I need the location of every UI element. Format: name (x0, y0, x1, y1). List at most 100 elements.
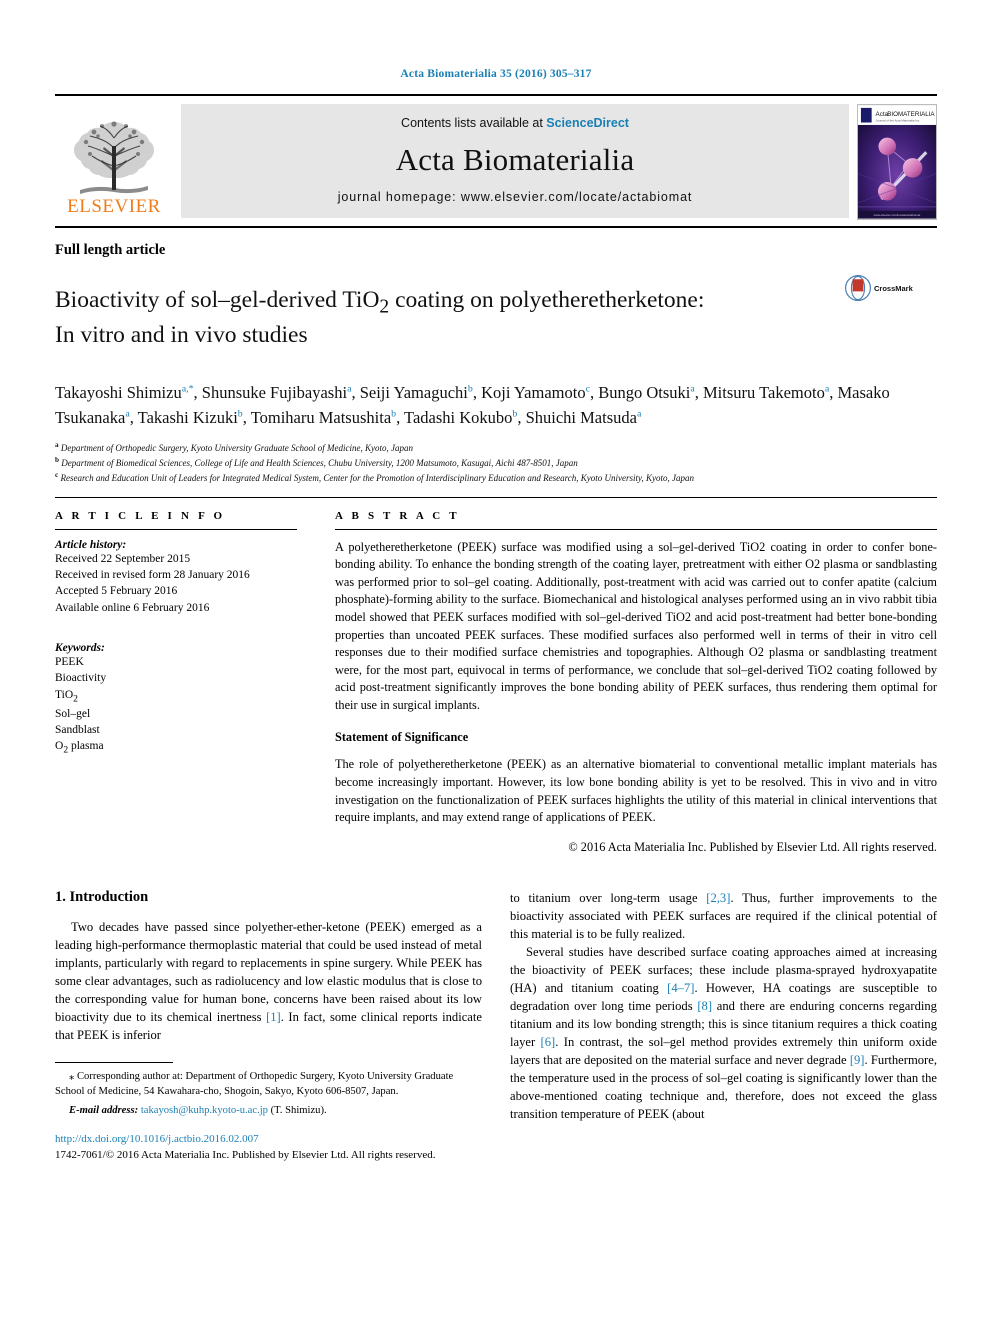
contents-prefix: Contents lists available at (401, 116, 547, 130)
author-affil-marker: a (690, 383, 695, 395)
author-affil-marker: b (467, 383, 473, 395)
affiliation-text: Department of Orthopedic Surgery, Kyoto … (60, 442, 413, 453)
journal-homepage[interactable]: journal homepage: www.elsevier.com/locat… (338, 190, 693, 204)
affiliation-item: a Department of Orthopedic Surgery, Kyot… (55, 440, 937, 455)
keyword-item: TiO2 (55, 688, 78, 704)
journal-cover-thumbnail: Acta BIOMATERIALIA Journal of the Acta M… (857, 104, 937, 220)
author-name: Takashi Kizuki (137, 407, 238, 427)
article-page: Acta Biomaterialia 35 (2016) 305–317 ELS… (0, 0, 992, 1323)
crossmark-badge[interactable]: CrossMark (845, 269, 937, 301)
author-name: Shuichi Matsuda (525, 407, 637, 427)
intro-paragraph-right-2: Several studies have described surface c… (510, 944, 937, 1121)
issn-copyright-line: 1742-7061/© 2016 Acta Materialia Inc. Pu… (55, 1148, 436, 1161)
author-affil-marker: a (824, 383, 830, 395)
affiliation-text: Department of Biomedical Sciences, Colle… (61, 457, 578, 468)
citation-link[interactable]: [9] (850, 1053, 865, 1067)
abstract-heading: A B S T R A C T (335, 509, 460, 522)
author-item: Bungo Otsukia (598, 383, 695, 402)
elsevier-wordmark: ELSEVIER (67, 196, 161, 217)
email-suffix: (T. Shimizu). (270, 1104, 327, 1116)
title-line-2: In vitro and in vivo studies (55, 322, 308, 349)
author-affil-marker: a,* (181, 383, 194, 395)
article-info-column: A R T I C L E I N F O Article history: R… (55, 510, 297, 855)
email-note: E-mail address: takayosh@kuhp.kyoto-u.ac… (55, 1103, 482, 1118)
significance-paragraph: The role of polyetheretherketone (PEEK) … (335, 757, 937, 825)
author-item: Mitsuru Takemotoa (703, 383, 829, 402)
email-label: E-mail address: (69, 1104, 139, 1116)
author-name: Tomiharu Matsushita (250, 407, 392, 427)
author-name: Shunsuke Fujibayashi (201, 383, 348, 402)
author-affil-marker: a (347, 383, 352, 395)
contents-bar: Contents lists available at ScienceDirec… (181, 104, 849, 218)
body-columns: 1. Introduction Two decades have passed … (55, 889, 937, 1164)
svg-text:Journal of the Acta Materialia: Journal of the Acta Materialia Inc. (876, 119, 921, 123)
author-item: Tomiharu Matsushitab (251, 408, 396, 427)
corresponding-author-note: ⁎ Corresponding author at: Department of… (55, 1070, 454, 1097)
citation-link[interactable]: [4–7] (667, 981, 694, 995)
svg-text:www.elsevier.com/locate/actabi: www.elsevier.com/locate/actabiomat (874, 213, 921, 217)
author-affil-marker: b (512, 408, 518, 420)
author-list: Takayoshi Shimizua,*, Shunsuke Fujibayas… (55, 383, 890, 427)
journal-cover-image: Acta BIOMATERIALIA Journal of the Acta M… (857, 104, 937, 220)
author-item: Seiji Yamaguchib (360, 383, 473, 402)
author-item: Shunsuke Fujibayashia (202, 383, 352, 402)
author-item: Shuichi Matsudaa (526, 408, 642, 427)
affiliation-item: b Department of Biomedical Sciences, Col… (55, 455, 937, 470)
affiliation-marker: a (55, 440, 59, 449)
page-title: Bioactivity of sol–gel-derived TiO2 coat… (55, 285, 845, 352)
article-info-rule (55, 528, 297, 530)
elsevier-tree-icon (74, 121, 154, 194)
abstract-paragraph: A polyetheretherketone (PEEK) surface wa… (335, 539, 937, 712)
keywords-label: Keywords: (55, 641, 105, 654)
affiliation-list: a Department of Orthopedic Surgery, Kyot… (55, 440, 937, 485)
running-head: Acta Biomaterialia 35 (2016) 305–317 (400, 68, 592, 80)
history-item: Received in revised form 28 January 2016 (55, 568, 250, 581)
history-item: Available online 6 February 2016 (55, 601, 210, 614)
abstract-column: A B S T R A C T A polyetheretherketone (… (335, 510, 937, 855)
elsevier-logo: ELSEVIER (55, 104, 173, 218)
author-affil-marker: b (391, 408, 397, 420)
affiliation-item: c Research and Education Unit of Leaders… (55, 470, 937, 485)
author-name: Mitsuru Takemoto (703, 383, 825, 402)
keyword-item: Sol–gel (55, 707, 91, 720)
journal-title: Acta Biomaterialia (395, 142, 635, 177)
citation-link[interactable]: [6] (541, 1035, 556, 1049)
affiliation-marker: c (55, 470, 59, 479)
masthead-bottom-rule (55, 226, 937, 228)
title-subscript-2: 2 (379, 296, 390, 318)
title-row: Bioactivity of sol–gel-derived TiO2 coat… (55, 269, 937, 367)
author-item: Takayoshi Shimizua,* (55, 383, 194, 402)
significance-heading: Statement of Significance (335, 730, 469, 745)
header-bottom-rule (55, 496, 937, 498)
author-name: Takayoshi Shimizu (55, 383, 182, 402)
crossmark-icon (845, 275, 871, 301)
keyword-item: Sandblast (55, 723, 100, 736)
article-info-heading: A R T I C L E I N F O (55, 509, 226, 522)
title-part-2: coating on polyetheretherketone: (389, 286, 705, 313)
author-affil-marker: b (237, 408, 243, 420)
article-type-label: Full length article (55, 242, 166, 258)
author-affil-marker: a (636, 408, 642, 420)
abstract-copyright: © 2016 Acta Materialia Inc. Published by… (568, 839, 937, 854)
footnote-rule (55, 1061, 173, 1063)
keyword-item: Bioactivity (55, 672, 107, 685)
article-history-label: Article history: (55, 538, 127, 551)
author-affil-marker: c (585, 383, 590, 395)
sciencedirect-link[interactable]: ScienceDirect (546, 116, 629, 130)
author-item: Takashi Kizukib (138, 408, 243, 427)
email-link[interactable]: takayosh@kuhp.kyoto-u.ac.jp (141, 1105, 268, 1116)
author-affil-marker: a (125, 408, 130, 420)
crossmark-label: CrossMark (874, 283, 913, 293)
intro-paragraph-right-1: to titanium over long-term usage [2,3]. … (510, 890, 937, 941)
keyword-item: PEEK (55, 655, 84, 668)
citation-link[interactable]: [2,3] (706, 891, 730, 905)
citation-link[interactable]: [8] (697, 999, 712, 1013)
author-name: Seiji Yamaguchi (359, 383, 468, 402)
keyword-item: O2 plasma (55, 740, 104, 756)
doi-link[interactable]: http://dx.doi.org/10.1016/j.actbio.2016.… (55, 1132, 482, 1148)
abstract-rule (335, 528, 937, 530)
affiliation-text: Research and Education Unit of Leaders f… (60, 472, 695, 483)
citation-link[interactable]: [1] (266, 1010, 281, 1024)
intro-paragraph-left: Two decades have passed since polyether-… (55, 919, 482, 1042)
journal-masthead: ELSEVIER Contents lists available at Sci… (55, 94, 937, 220)
